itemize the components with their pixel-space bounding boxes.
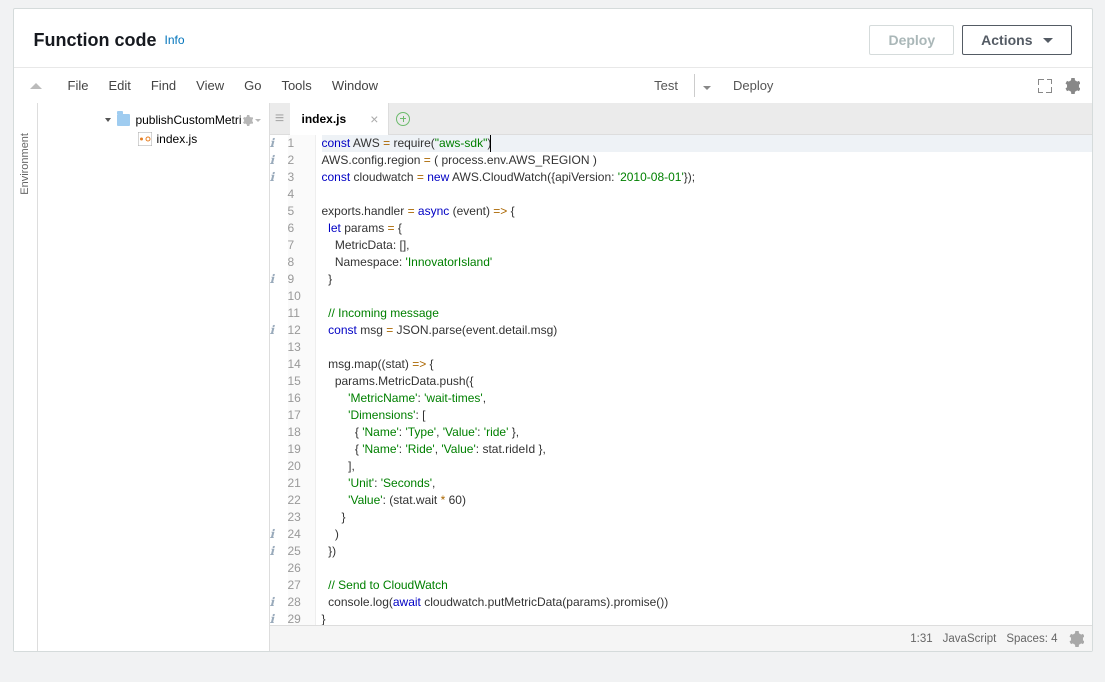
tab-active[interactable]: index.js × <box>290 103 390 135</box>
panel-header: Function code Info Deploy Actions <box>14 9 1092 67</box>
folder-icon <box>117 114 131 126</box>
menu-window[interactable]: Window <box>322 72 388 99</box>
plus-icon <box>396 112 410 126</box>
environment-label: Environment <box>19 133 31 195</box>
tree-file[interactable]: index.js <box>38 129 269 149</box>
fullscreen-icon[interactable] <box>1038 79 1052 93</box>
ide-menubar: FileEditFindViewGoToolsWindow Test Deplo… <box>14 67 1092 103</box>
gear-icon[interactable] <box>1068 631 1084 647</box>
menu-find[interactable]: Find <box>141 72 186 99</box>
tab-menu-icon[interactable]: ≡ <box>270 110 290 128</box>
menu-edit[interactable]: Edit <box>98 72 140 99</box>
file-tree: publishCustomMetri index.js <box>38 103 270 651</box>
add-tab-button[interactable] <box>389 112 417 126</box>
chevron-down-icon <box>1043 38 1053 43</box>
close-icon[interactable]: × <box>370 111 378 127</box>
cursor-position[interactable]: 1:31 <box>910 633 932 645</box>
environment-sidebar-tab[interactable]: Environment <box>14 103 38 651</box>
chevron-down-icon <box>703 86 711 90</box>
info-link[interactable]: Info <box>165 33 185 47</box>
collapse-up-icon[interactable] <box>30 83 42 89</box>
tab-label: index.js <box>302 112 347 126</box>
menu-tools[interactable]: Tools <box>271 72 321 99</box>
function-code-panel: Function code Info Deploy Actions FileEd… <box>13 8 1093 652</box>
js-file-icon <box>138 132 152 146</box>
test-button[interactable]: Test <box>638 74 695 97</box>
status-bar: 1:31 JavaScript Spaces: 4 <box>270 625 1092 651</box>
folder-name: publishCustomMetri <box>135 113 241 127</box>
panel-title: Function code <box>34 30 157 51</box>
language-mode[interactable]: JavaScript <box>943 633 997 645</box>
ide-deploy-button[interactable]: Deploy <box>719 74 787 97</box>
deploy-button[interactable]: Deploy <box>869 25 954 55</box>
menu-file[interactable]: File <box>58 72 99 99</box>
chevron-down-icon <box>105 118 111 122</box>
test-dropdown[interactable] <box>695 75 719 96</box>
indent-mode[interactable]: Spaces: 4 <box>1006 633 1057 645</box>
ide-body: Environment publishCustomMetri index.js <box>14 103 1092 651</box>
file-name: index.js <box>157 132 198 146</box>
code-editor[interactable]: ℹℹℹ ℹ ℹ ℹℹ ℹℹ 12345678910111213141516171… <box>270 135 1092 625</box>
tree-folder[interactable]: publishCustomMetri <box>38 111 269 129</box>
menu-go[interactable]: Go <box>234 72 271 99</box>
editor-tabs: ≡ index.js × <box>270 103 1092 135</box>
tree-gear-icon[interactable] <box>242 115 261 126</box>
menu-view[interactable]: View <box>186 72 234 99</box>
editor-pane: ≡ index.js × ℹℹℹ ℹ ℹ ℹℹ ℹℹ 1234567891011… <box>270 103 1092 651</box>
actions-button[interactable]: Actions <box>962 25 1071 55</box>
actions-label: Actions <box>981 32 1032 48</box>
gear-icon[interactable] <box>1064 78 1080 94</box>
